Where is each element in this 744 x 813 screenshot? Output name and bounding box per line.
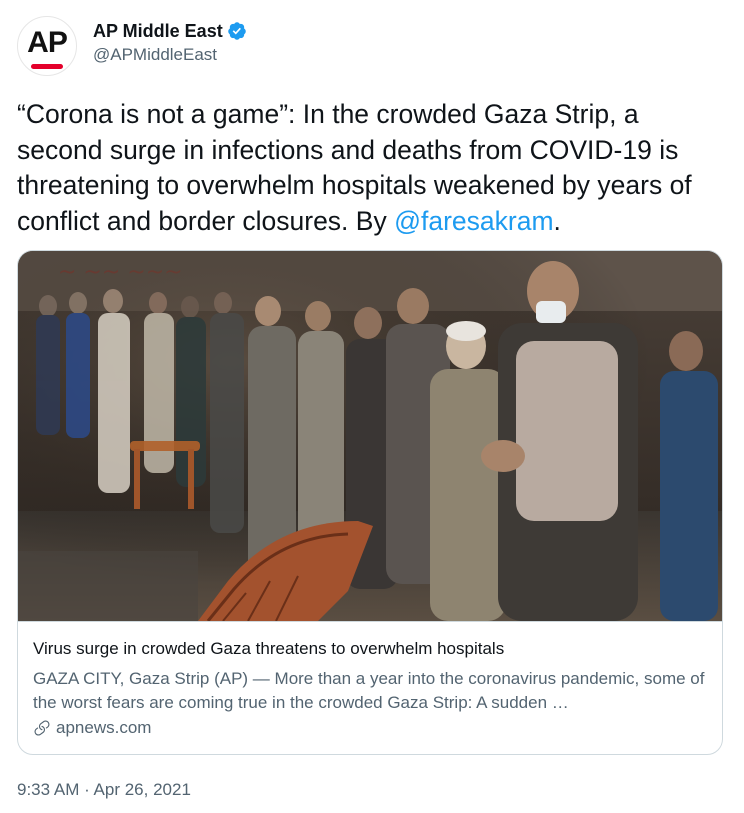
ap-logo-underline — [31, 64, 63, 69]
card-domain[interactable]: apnews.com — [33, 718, 151, 738]
mention-link[interactable]: @faresakram — [394, 206, 553, 236]
card-description: GAZA CITY, Gaza Strip (AP) — More than a… — [33, 669, 705, 712]
avatar[interactable]: AP — [17, 16, 77, 76]
author-name-row: AP Middle East — [93, 19, 247, 43]
tweet: AP AP Middle East @APMiddleEast “Corona … — [0, 0, 744, 813]
tweet-body-text: “Corona is not a game”: In the crowded G… — [17, 99, 692, 236]
photo-icon: ~ ~~ ~~~ — [18, 251, 722, 621]
tweet-body-end: . — [553, 205, 561, 236]
ap-logo-icon: AP — [27, 26, 68, 59]
handle[interactable]: @APMiddleEast — [93, 45, 217, 65]
link-icon — [34, 720, 50, 736]
card-divider — [18, 621, 722, 622]
tweet-text: “Corona is not a game”: In the crowded G… — [17, 97, 723, 239]
card-domain-text[interactable]: apnews.com — [56, 718, 151, 738]
timestamp[interactable]: 9:33 AM · Apr 26, 2021 — [17, 780, 191, 800]
card-title[interactable]: Virus surge in crowded Gaza threatens to… — [33, 639, 504, 659]
link-card[interactable]: ~ ~~ ~~~ — [17, 250, 723, 755]
verified-badge-icon — [227, 22, 246, 40]
card-image[interactable]: ~ ~~ ~~~ — [18, 251, 722, 621]
display-name[interactable]: AP Middle East — [93, 21, 223, 42]
